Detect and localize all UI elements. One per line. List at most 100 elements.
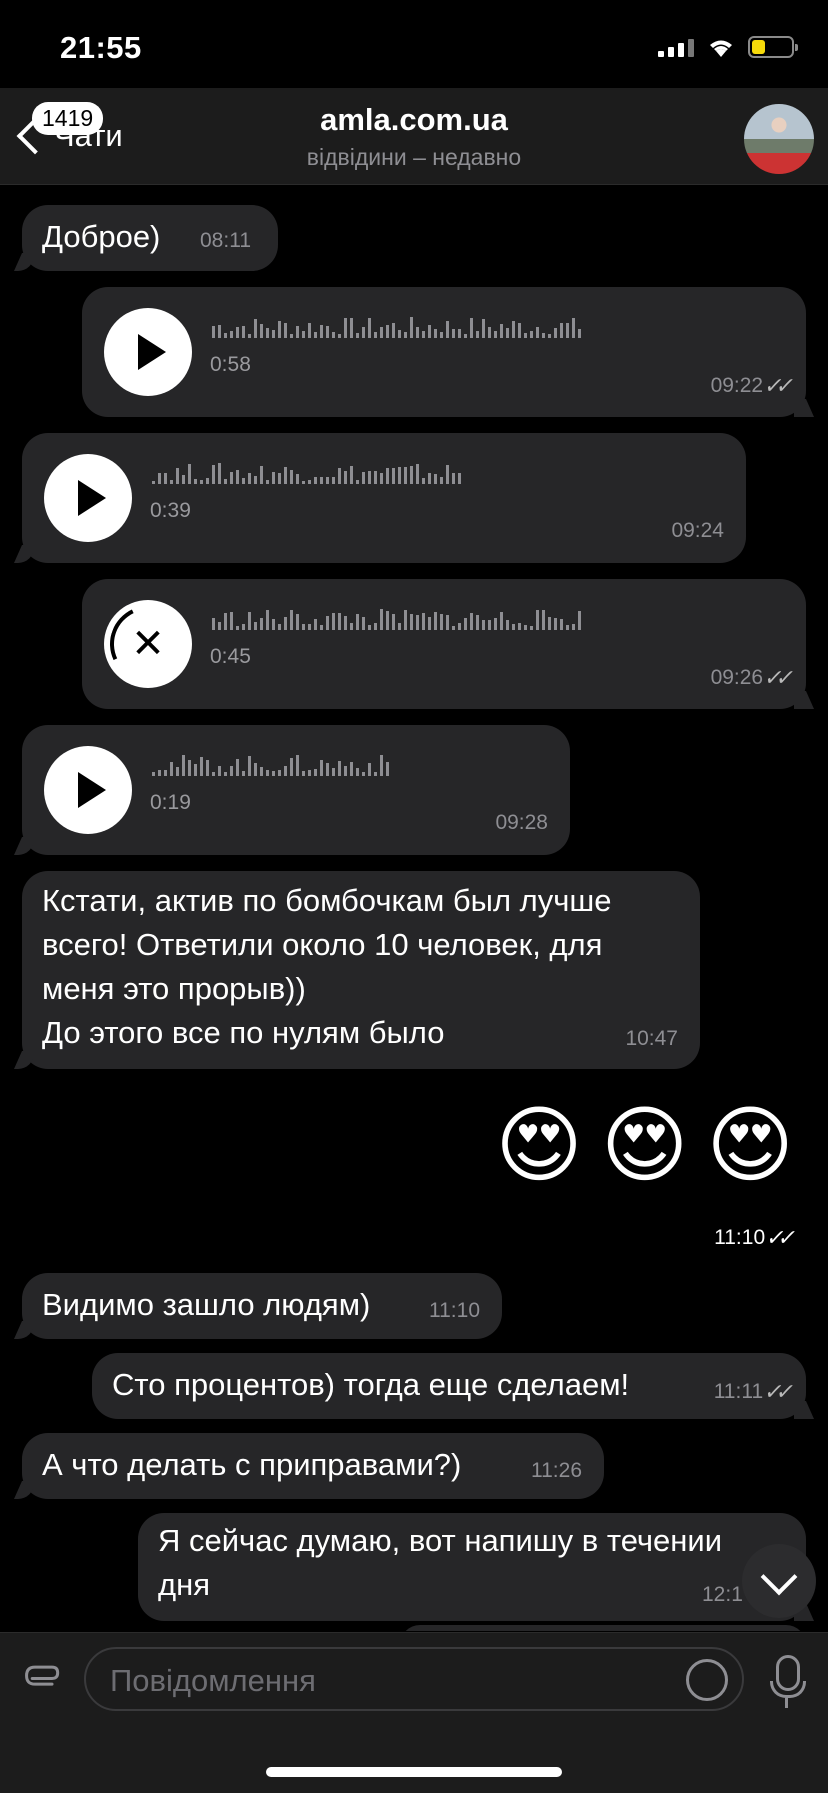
waveform-bar [464, 334, 467, 338]
message-time: 09:28 [495, 811, 548, 834]
waveform-bar [398, 623, 401, 630]
waveform-bar [224, 613, 227, 630]
voice-message[interactable]: ✕ 0:45 09:26 ✓✓ [82, 579, 806, 709]
voice-message[interactable]: 0:58 09:22 ✓✓ [82, 287, 806, 417]
waveform-bar [380, 327, 383, 338]
time-text: 09:22 [710, 374, 764, 397]
waveform-bar [344, 471, 347, 484]
voice-duration: 0:39 [150, 499, 191, 522]
waveform-bar [386, 611, 389, 630]
waveform-bar [332, 477, 335, 484]
message-bubble[interactable]: Сто процентов) тогда еще сделаем! 11:11 ✓… [92, 1353, 806, 1419]
message-text: Доброе) [42, 219, 161, 254]
waveform-bar [212, 618, 215, 630]
sticker-icon[interactable] [686, 1659, 728, 1701]
waveform-bar [452, 473, 455, 484]
message-list[interactable]: Доброе) 08:11 0:58 09:22 ✓✓ 0:39 09:24 ✕ … [0, 185, 828, 1631]
message-bubble[interactable]: Я сейчас думаю, вот напишу в течении дня… [138, 1513, 806, 1621]
voice-message[interactable]: 0:19 09:28 [22, 725, 570, 855]
waveform-bar [554, 618, 557, 630]
waveform-bar [482, 620, 485, 630]
waveform-bar [470, 318, 473, 338]
waveform-bar [266, 770, 269, 776]
scroll-down-icon[interactable] [742, 1544, 816, 1618]
emoji-message[interactable]: 😍 😍 😍 [495, 1095, 794, 1195]
waveform-bar [506, 620, 509, 630]
time-text: 11:10 [714, 1226, 766, 1249]
double-check-icon: ✓✓ [762, 665, 791, 690]
message-input[interactable]: Повідомлення [84, 1647, 744, 1711]
waveform-bar [278, 321, 281, 338]
waveform-bar [332, 332, 335, 338]
waveform-bar [362, 772, 365, 776]
message-time: 11:11 ✓✓ [714, 1379, 791, 1405]
waveform-bar [566, 323, 569, 338]
microphone-icon[interactable] [770, 1655, 806, 1708]
time-text: 09:26 [710, 666, 764, 689]
waveform-bar [572, 624, 575, 630]
waveform-bar [188, 760, 191, 776]
waveform-bar [404, 332, 407, 338]
waveform-bar [320, 760, 323, 776]
attach-icon[interactable] [8, 1650, 72, 1714]
waveform-bar [338, 613, 341, 630]
waveform-bar [422, 331, 425, 338]
chat-subtitle: відвідини – недавно [306, 144, 522, 170]
waveform-bar [236, 626, 239, 630]
waveform-bar [578, 329, 581, 338]
waveform-bar [578, 611, 581, 630]
waveform-bar [500, 324, 503, 338]
waveform-bar [434, 474, 437, 484]
message-text: Я сейчас думаю, вот напишу в течении дня [158, 1523, 723, 1602]
cancel-download-icon[interactable]: ✕ [99, 595, 197, 693]
waveform-bar [476, 615, 479, 630]
message-bubble[interactable]: Кстати, актив по бомбочкам был лучше все… [22, 871, 700, 1069]
message-bubble[interactable]: Доброе) 08:11 [22, 205, 278, 271]
waveform-bar [452, 329, 455, 338]
waveform-bar [278, 473, 281, 484]
battery-icon [748, 36, 798, 58]
waveform-bar [290, 334, 293, 338]
waveform-bar [296, 614, 299, 630]
waveform-bar [554, 328, 557, 338]
waveform-bar [170, 762, 173, 776]
message-time: 10:47 [625, 1027, 678, 1050]
waveform-bar [224, 479, 227, 484]
waveform-bar [422, 613, 425, 630]
waveform-bar [308, 770, 311, 776]
chat-title-block[interactable]: amla.com.ua відвідини – недавно [0, 102, 828, 171]
message-text: А что делать с приправами?) [42, 1447, 462, 1482]
play-icon[interactable] [104, 308, 192, 396]
waveform-bar [320, 477, 323, 484]
avatar[interactable] [744, 104, 814, 174]
waveform-bar [242, 478, 245, 484]
waveform-bar [266, 480, 269, 484]
message-bubble[interactable]: А что делать с приправами?) 11:26 [22, 1433, 604, 1499]
message-time: 09:26 ✓✓ [710, 665, 791, 691]
waveform-bar [410, 614, 413, 630]
waveform-bar [254, 476, 257, 484]
play-icon[interactable] [44, 746, 132, 834]
waveform-bar [362, 617, 365, 630]
waveform-bar [410, 317, 413, 338]
waveform-bar [440, 477, 443, 484]
waveform-bar [230, 766, 233, 776]
waveform-bar [266, 610, 269, 630]
waveform-bar [392, 614, 395, 630]
waveform-bar [524, 625, 527, 630]
waveform-bar [212, 326, 215, 338]
waveform-bar [218, 622, 221, 630]
waveform-bar [560, 323, 563, 338]
waveform-bar [302, 624, 305, 630]
waveform-bar [182, 755, 185, 776]
waveform-bar [248, 612, 251, 630]
waveform-bar [452, 626, 455, 630]
voice-message[interactable]: 0:39 09:24 [22, 433, 746, 563]
waveform [152, 463, 722, 487]
waveform-bar [338, 334, 341, 338]
message-bubble[interactable]: Видимо зашло людям) 11:10 [22, 1273, 502, 1339]
waveform-bar [152, 772, 155, 776]
waveform-bar [218, 325, 221, 338]
play-icon[interactable] [44, 454, 132, 542]
waveform-bar [350, 762, 353, 776]
